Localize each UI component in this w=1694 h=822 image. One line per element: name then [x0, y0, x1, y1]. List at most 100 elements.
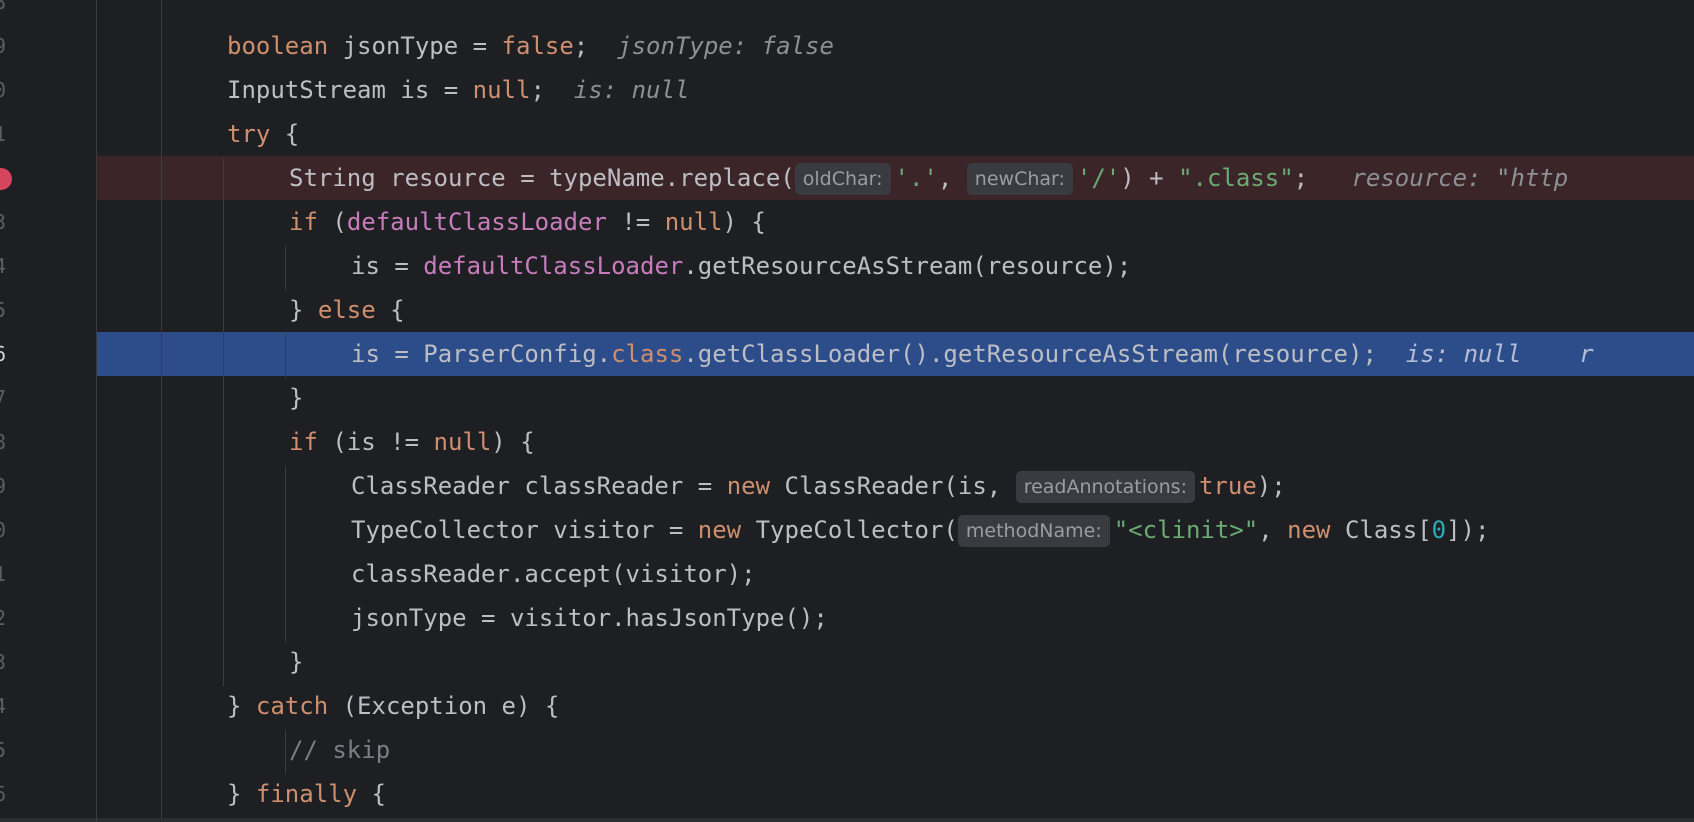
string-literal: '.'	[894, 164, 938, 192]
string-literal: '/'	[1076, 164, 1121, 192]
code-token: !=	[606, 208, 665, 236]
string-literal: ".class"	[1178, 164, 1294, 192]
code-line[interactable]: 7}	[0, 376, 1694, 420]
line-number[interactable]: 9	[0, 464, 14, 508]
code-comment: // skip	[289, 736, 391, 764]
code-token: ;	[573, 32, 589, 60]
code-token: ,	[1258, 516, 1288, 544]
code-text[interactable]: InputStream is = null; is: null	[96, 68, 1694, 112]
code-text[interactable]: String resource = typeName.replace(oldCh…	[96, 156, 1694, 200]
line-number[interactable]: 8	[0, 420, 14, 464]
code-text[interactable]: } catch (Exception e) {	[96, 684, 1694, 728]
code-text[interactable]: }	[96, 640, 1694, 684]
line-number[interactable]: 3	[0, 640, 14, 684]
keyword-token: if	[289, 208, 318, 236]
code-text[interactable]: }	[96, 376, 1694, 420]
debug-inline-value: is: null r	[1376, 340, 1594, 368]
indent-guide	[285, 246, 286, 290]
code-token: .getClassLoader().getResourceAsStream(re…	[683, 340, 1377, 368]
code-line[interactable]: 0 TypeCollector visitor = new TypeCollect…	[0, 508, 1694, 552]
code-token: defaultClassLoader	[423, 252, 684, 280]
line-number[interactable]: 2	[0, 596, 14, 640]
breakpoint-line[interactable]: ✓ String resource = typeName.replace(oldC…	[0, 156, 1694, 200]
code-token: TypeCollector(	[741, 516, 958, 544]
code-token: String resource = typeName.replace(	[289, 164, 795, 192]
line-number[interactable]: 1	[0, 112, 14, 156]
keyword-token: class	[611, 340, 684, 368]
gutter-divider	[96, 0, 97, 822]
keyword-token: catch	[255, 692, 329, 720]
code-token: Class[	[1330, 516, 1432, 544]
code-token: {	[375, 296, 405, 324]
keyword-token: new	[697, 516, 742, 544]
keyword-token: try	[227, 120, 271, 148]
line-number[interactable]: 9	[0, 24, 14, 68]
code-line[interactable]: 9 ClassReader classReader = new ClassRead…	[0, 464, 1694, 508]
keyword-token: boolean	[227, 32, 329, 60]
line-number[interactable]: 8	[0, 0, 14, 24]
keyword-token: finally	[255, 780, 358, 808]
code-token: (	[317, 208, 347, 236]
line-number[interactable]: 5	[0, 728, 14, 772]
current-execution-line[interactable]: 6 is = ParserConfig.class.getClassLoader(…	[0, 332, 1694, 376]
code-token: {	[357, 780, 386, 808]
code-line[interactable]: 8 if (is != null) {	[0, 420, 1694, 464]
code-token: }	[227, 692, 256, 720]
code-text[interactable]: classReader.accept(visitor);	[96, 552, 1694, 596]
line-number[interactable]: 5	[0, 288, 14, 332]
code-line[interactable]: 3 if (defaultClassLoader != null) {	[0, 200, 1694, 244]
code-text[interactable]: is = defaultClassLoader.getResourceAsStr…	[96, 244, 1694, 288]
line-number[interactable]: 1	[0, 552, 14, 596]
breakpoint-check-icon[interactable]: ✓	[0, 168, 12, 190]
code-text[interactable]: ClassReader classReader = new ClassReade…	[96, 464, 1694, 508]
code-line[interactable]: 6 } finally {	[0, 772, 1694, 816]
code-text[interactable]: boolean jsonType = false; jsonType: fals…	[96, 24, 1694, 68]
code-token: ClassReader(is,	[770, 472, 1016, 500]
indent-guide	[285, 466, 286, 642]
code-token: );	[1256, 472, 1286, 500]
code-text[interactable]: if (is != null) {	[96, 420, 1694, 464]
line-number[interactable]: 0	[0, 508, 14, 552]
code-token: }	[289, 648, 304, 676]
code-text[interactable]: is = ParserConfig.class.getClassLoader()…	[96, 332, 1694, 376]
code-token: defaultClassLoader	[346, 208, 607, 236]
code-line[interactable]: 4 is = defaultClassLoader.getResourceAsSt…	[0, 244, 1694, 288]
line-number[interactable]: 4	[0, 684, 14, 728]
code-editor[interactable]: 8 9 boolean jsonType = false; jsonType: fa…	[0, 0, 1694, 822]
code-text[interactable]	[96, 0, 1694, 24]
code-text[interactable]: } finally {	[96, 772, 1694, 816]
keyword-token: else	[317, 296, 376, 324]
code-text[interactable]: if (defaultClassLoader != null) {	[96, 200, 1694, 244]
code-line[interactable]: 4 } catch (Exception e) {	[0, 684, 1694, 728]
code-line[interactable]: 8	[0, 0, 1694, 24]
code-line[interactable]: 2 jsonType = visitor.hasJsonType();	[0, 596, 1694, 640]
code-token: is = ParserConfig.	[351, 340, 612, 368]
code-line[interactable]: 5 } else {	[0, 288, 1694, 332]
code-text[interactable]: } else {	[96, 288, 1694, 332]
code-text[interactable]: TypeCollector visitor = new TypeCollecto…	[96, 508, 1694, 552]
line-number[interactable]: 6	[0, 772, 14, 816]
code-token: {	[270, 120, 300, 148]
line-number[interactable]: 0	[0, 68, 14, 112]
code-text[interactable]: try {	[96, 112, 1694, 156]
code-token: ) {	[722, 208, 766, 236]
code-line[interactable]: 3}	[0, 640, 1694, 684]
code-token: TypeCollector visitor =	[351, 516, 698, 544]
keyword-token: true	[1198, 472, 1257, 500]
debug-inline-value: is: null	[544, 76, 690, 104]
line-number[interactable]: 4	[0, 244, 14, 288]
code-line[interactable]: 0 InputStream is = null; is: null	[0, 68, 1694, 112]
keyword-token: false	[501, 32, 574, 60]
line-number[interactable]: 7	[0, 376, 14, 420]
keyword-token: null	[664, 208, 723, 236]
code-line[interactable]: 9 boolean jsonType = false; jsonType: fal…	[0, 24, 1694, 68]
code-line[interactable]: 1 try {	[0, 112, 1694, 156]
line-number[interactable]: 6	[0, 332, 14, 376]
code-token: 0	[1431, 516, 1447, 544]
code-line[interactable]: 1 classReader.accept(visitor);	[0, 552, 1694, 596]
code-token: classReader.accept(visitor);	[351, 560, 756, 588]
code-text[interactable]: jsonType = visitor.hasJsonType();	[96, 596, 1694, 640]
code-line[interactable]: 5 // skip	[0, 728, 1694, 772]
line-number[interactable]: 3	[0, 200, 14, 244]
code-text[interactable]: // skip	[96, 728, 1694, 772]
